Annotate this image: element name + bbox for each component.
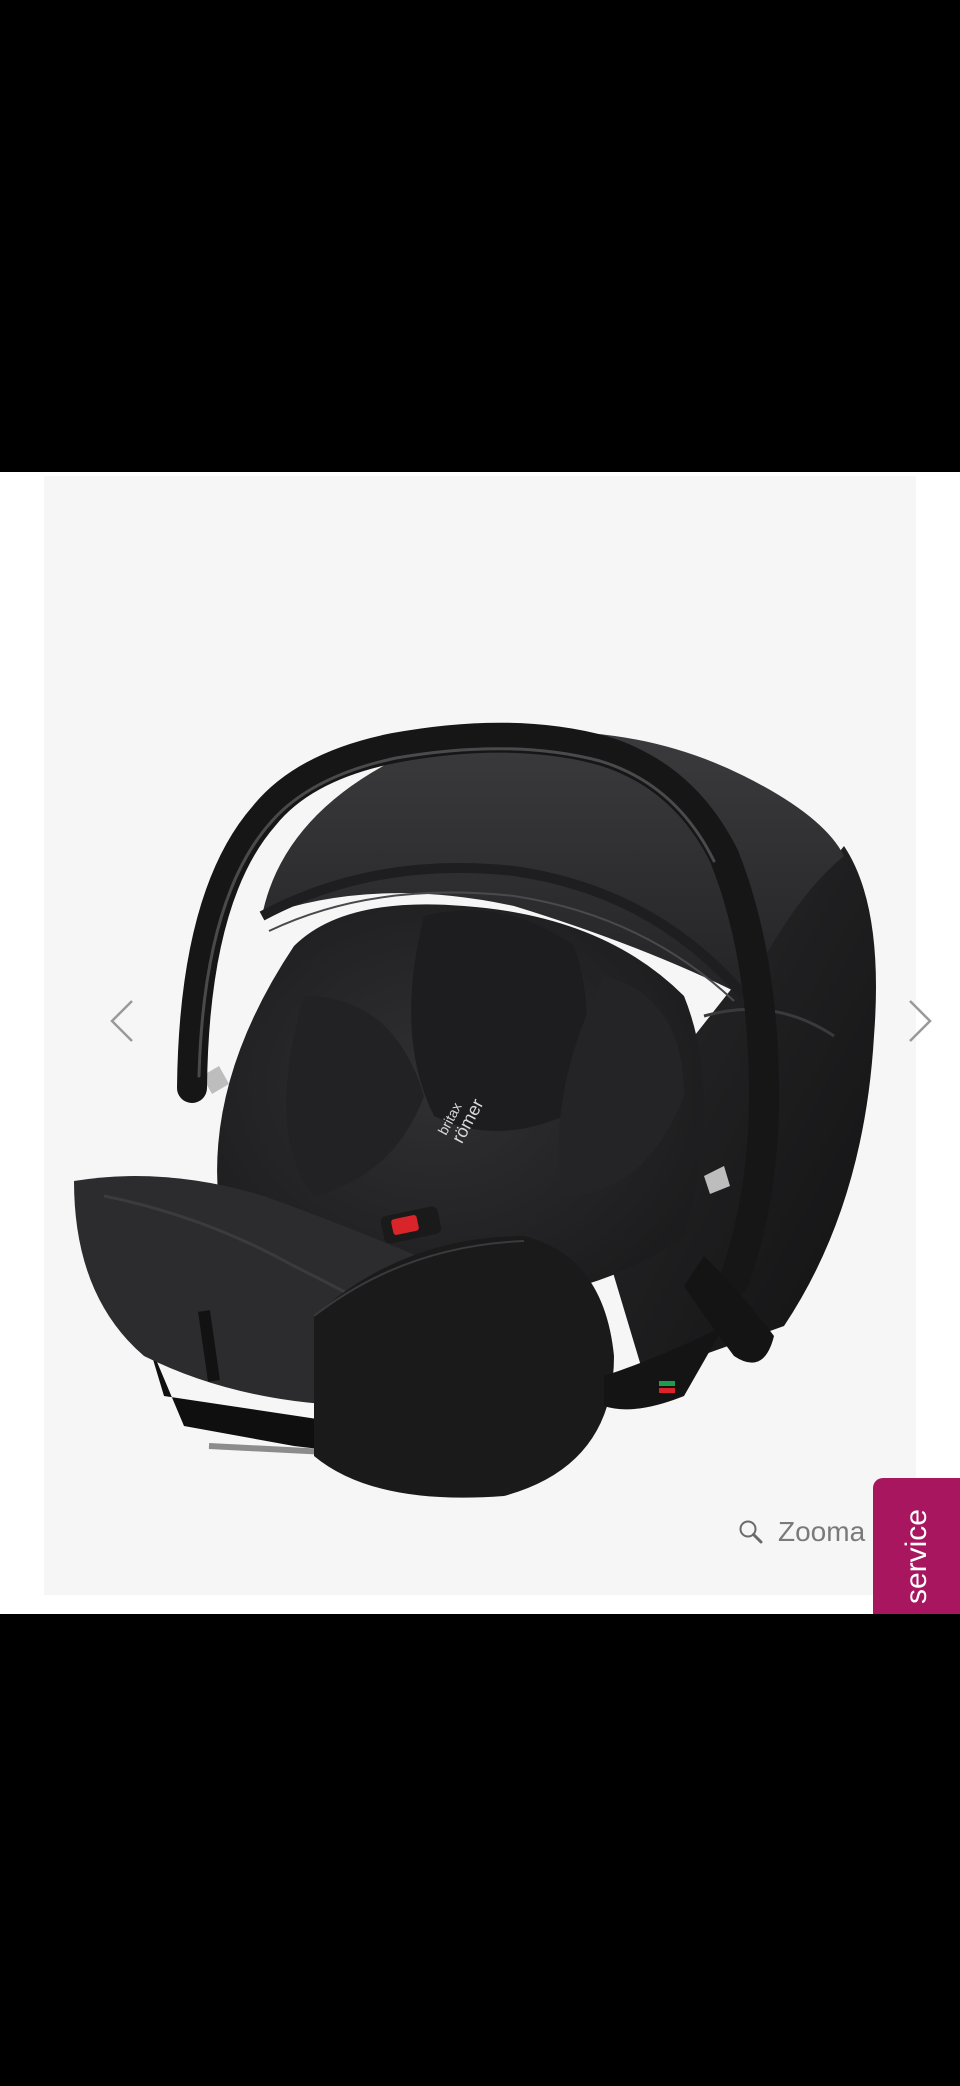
car-seat-illustration: britax römer <box>74 722 876 1498</box>
top-black-band <box>0 0 960 472</box>
magnifier-icon <box>739 1520 763 1544</box>
chevron-right-icon <box>909 1000 932 1042</box>
zoom-label: Zooma <box>778 1516 866 1547</box>
next-image-button[interactable] <box>898 986 942 1056</box>
chevron-left-icon <box>110 1000 133 1042</box>
product-gallery-panel: britax römer Zooma service <box>0 472 960 1614</box>
product-image[interactable]: britax römer <box>44 476 932 1595</box>
customer-service-tab[interactable]: service <box>873 1478 960 1614</box>
bottom-black-band <box>0 1614 960 2086</box>
previous-image-button[interactable] <box>100 986 144 1056</box>
service-tab-label: service <box>899 1508 933 1604</box>
zoom-button[interactable]: Zooma <box>738 1512 865 1552</box>
